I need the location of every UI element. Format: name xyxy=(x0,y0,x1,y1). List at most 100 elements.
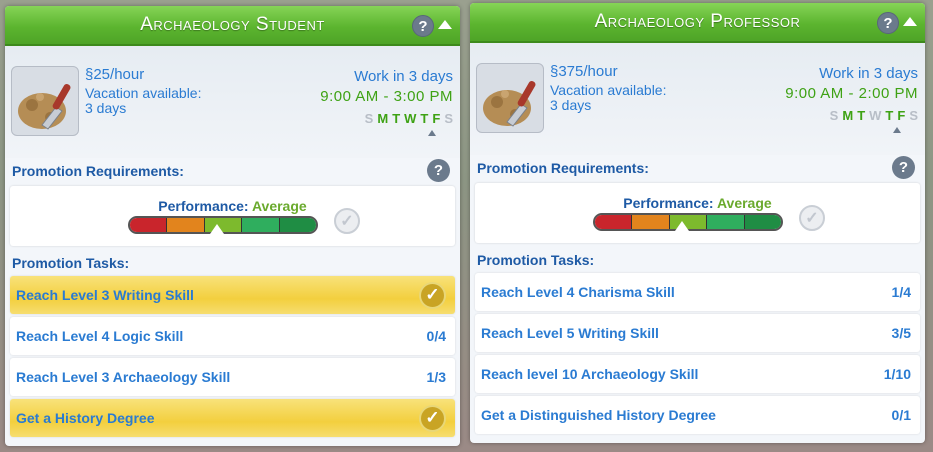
task-row: Reach Level 3 Archaeology Skill 1/3 xyxy=(10,358,455,396)
check-icon: ✓ xyxy=(334,208,360,234)
day-letter: S xyxy=(364,111,374,126)
career-header: Archaeology Professor ? xyxy=(470,3,925,43)
vacation-label: Vacation available: xyxy=(85,85,202,101)
day-letter: T xyxy=(392,111,401,126)
task-row: Reach Level 4 Charisma Skill 1/4 xyxy=(475,273,920,311)
task-progress: 1/10 xyxy=(883,366,911,382)
task-label: Reach level 10 Archaeology Skill xyxy=(481,366,699,382)
performance-segment xyxy=(242,218,280,232)
collapse-arrow-icon[interactable] xyxy=(438,20,452,29)
task-label: Get a Distinguished History Degree xyxy=(481,407,716,423)
help-icon[interactable]: ? xyxy=(412,15,434,37)
pay-value: 25/hour xyxy=(93,66,145,83)
promotion-tasks-label: Promotion Tasks: xyxy=(12,255,130,271)
day-letter: T xyxy=(885,108,894,123)
trowel-dirt-icon xyxy=(11,66,79,136)
check-icon: ✓ xyxy=(419,281,446,309)
performance-box: Performance: Average ✓ xyxy=(475,183,920,243)
check-icon: ✓ xyxy=(419,404,446,432)
day-letter: S xyxy=(909,108,918,123)
career-panel-professor: Archaeology Professor ? §375/hour Vacati… xyxy=(470,3,925,443)
task-label: Reach Level 4 Charisma Skill xyxy=(481,284,675,300)
task-label: Reach Level 3 Archaeology Skill xyxy=(16,369,231,385)
work-hours: 9:00 AM - 3:00 PM xyxy=(320,88,453,105)
performance-segment xyxy=(130,218,168,232)
performance-segment xyxy=(279,218,316,232)
performance-level: Average xyxy=(251,198,307,214)
task-row: Get a History Degree ✓ xyxy=(10,399,455,437)
promotion-tasks-label: Promotion Tasks: xyxy=(477,252,595,268)
work-in: Work in 3 days xyxy=(354,68,453,85)
promotion-requirements-label: Promotion Requirements: ? xyxy=(470,155,925,181)
career-info: §25/hour Vacation available: 3 days Work… xyxy=(5,46,460,158)
performance-segment xyxy=(167,218,205,232)
task-progress: 1/4 xyxy=(891,284,911,300)
vacation-days: 3 days xyxy=(550,97,592,113)
performance-level: Average xyxy=(716,195,772,211)
task-progress: 0/4 xyxy=(426,328,446,344)
performance-label: Performance: Average xyxy=(475,195,920,211)
vacation-info: Vacation available: 3 days xyxy=(550,83,720,113)
performance-segment xyxy=(707,215,745,229)
task-progress: 0/1 xyxy=(891,407,911,423)
task-row: Get a Distinguished History Degree 0/1 xyxy=(475,396,920,434)
day-letter: W xyxy=(869,108,882,123)
performance-title: Performance: xyxy=(623,195,714,211)
day-letter: F xyxy=(897,108,906,123)
pay-rate: §25/hour xyxy=(85,66,144,83)
work-days: SMTWTFS xyxy=(830,108,918,123)
career-title: Archaeology Student xyxy=(140,14,325,35)
performance-title: Performance: xyxy=(158,198,249,214)
task-progress: 3/5 xyxy=(891,325,911,341)
current-day-marker-icon xyxy=(893,127,901,133)
performance-marker-icon xyxy=(675,221,690,231)
help-icon[interactable]: ? xyxy=(877,12,899,34)
task-label: Reach Level 4 Logic Skill xyxy=(16,328,184,344)
task-label: Get a History Degree xyxy=(16,410,155,426)
performance-label: Performance: Average xyxy=(10,198,455,214)
work-days: SMTWTFS xyxy=(365,111,453,126)
vacation-info: Vacation available: 3 days xyxy=(85,86,255,116)
day-letter: W xyxy=(404,111,417,126)
career-info: §375/hour Vacation available: 3 days Wor… xyxy=(470,43,925,155)
task-row: Reach level 10 Archaeology Skill 1/10 xyxy=(475,355,920,393)
work-hours: 9:00 AM - 2:00 PM xyxy=(785,85,918,102)
performance-box: Performance: Average ✓ xyxy=(10,186,455,246)
task-progress: 1/3 xyxy=(426,369,446,385)
task-row: Reach Level 3 Writing Skill ✓ xyxy=(10,276,455,314)
task-list: Reach Level 4 Charisma Skill 1/4 Reach Lev… xyxy=(470,273,925,434)
promotion-requirements-text: Promotion Requirements: xyxy=(477,160,649,176)
day-letter: M xyxy=(842,108,854,123)
day-letter: S xyxy=(444,111,453,126)
task-row: Reach Level 4 Logic Skill 0/4 xyxy=(10,317,455,355)
promotion-requirements-text: Promotion Requirements: xyxy=(12,163,184,179)
task-row: Reach Level 5 Writing Skill 3/5 xyxy=(475,314,920,352)
performance-marker-icon xyxy=(210,224,225,234)
day-letter: T xyxy=(420,111,429,126)
trowel-dirt-icon xyxy=(476,63,544,133)
day-letter: S xyxy=(829,108,839,123)
vacation-label: Vacation available: xyxy=(550,82,667,98)
task-label: Reach Level 5 Writing Skill xyxy=(481,325,659,341)
career-panel-student: Archaeology Student ? §25/hour Vacation … xyxy=(5,6,460,446)
work-in: Work in 3 days xyxy=(819,65,918,82)
day-letter: F xyxy=(432,111,441,126)
promotion-requirements-label: Promotion Requirements: ? xyxy=(5,158,460,184)
pay-value: 375/hour xyxy=(558,63,618,80)
current-day-marker-icon xyxy=(428,130,436,136)
collapse-arrow-icon[interactable] xyxy=(903,17,917,26)
task-list: Reach Level 3 Writing Skill ✓ Reach Level … xyxy=(5,276,460,437)
day-letter: T xyxy=(857,108,866,123)
vacation-days: 3 days xyxy=(85,100,127,116)
career-header: Archaeology Student ? xyxy=(5,6,460,46)
day-letter: M xyxy=(377,111,389,126)
performance-segment xyxy=(595,215,633,229)
help-icon[interactable]: ? xyxy=(892,156,915,179)
help-icon[interactable]: ? xyxy=(427,159,450,182)
performance-segment xyxy=(632,215,670,229)
task-label: Reach Level 3 Writing Skill xyxy=(16,287,194,303)
performance-segment xyxy=(744,215,781,229)
career-title: Archaeology Professor xyxy=(594,11,801,32)
check-icon: ✓ xyxy=(799,205,825,231)
pay-rate: §375/hour xyxy=(550,63,618,80)
